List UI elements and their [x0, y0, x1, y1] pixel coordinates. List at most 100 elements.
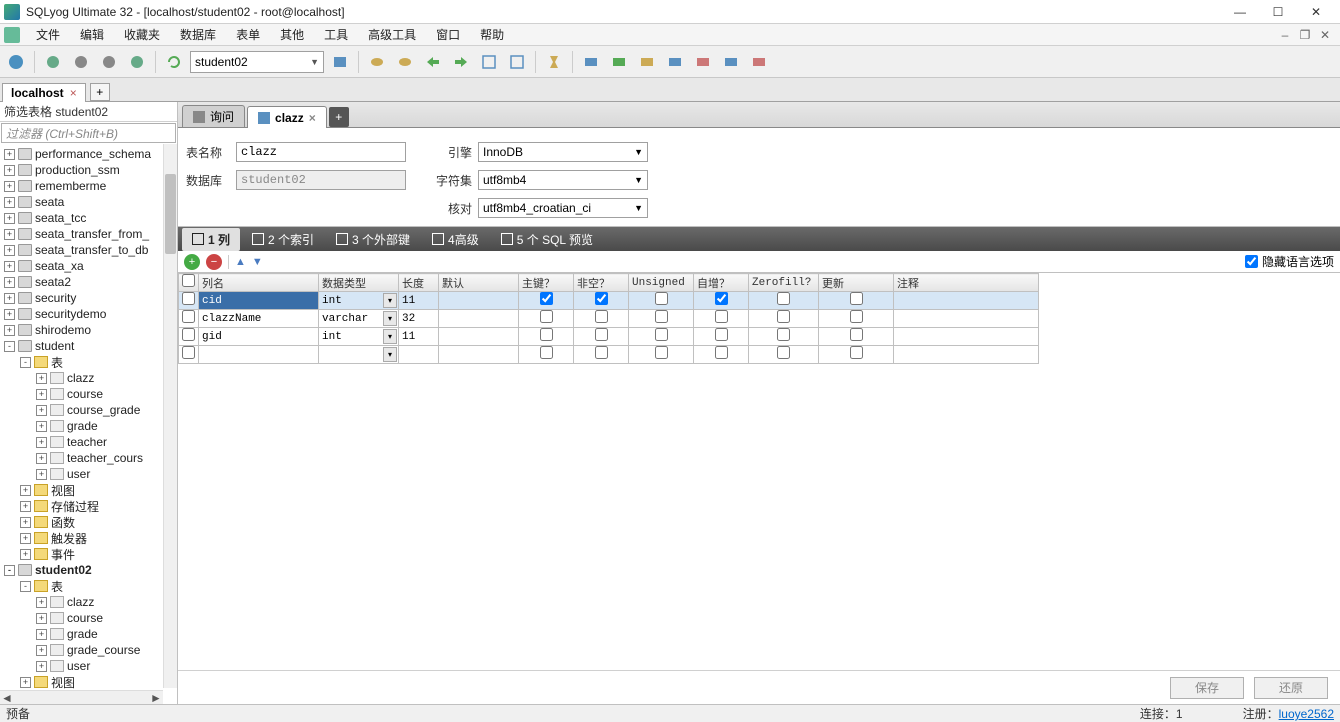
tool-icon-1[interactable] — [41, 50, 65, 74]
cell-name[interactable]: cid — [199, 292, 319, 310]
columns-grid[interactable]: 列名数据类型长度默认主键？非空？Unsigned自增？Zerofill?更新注释… — [178, 273, 1340, 364]
add-tab-button[interactable]: + — [329, 107, 349, 127]
tool-icon-9[interactable] — [449, 50, 473, 74]
cell-ai-checkbox[interactable] — [715, 346, 728, 359]
tool-icon-18[interactable] — [719, 50, 743, 74]
subtab[interactable]: 1 列 — [182, 228, 240, 251]
tree-node[interactable]: +函数 — [0, 514, 177, 530]
cell-us-checkbox[interactable] — [655, 346, 668, 359]
tree-node[interactable]: +seata_tcc — [0, 210, 177, 226]
tree-hscrollbar[interactable]: ◄ ► — [0, 690, 163, 704]
tool-icon-8[interactable] — [421, 50, 445, 74]
tree-node[interactable]: -表 — [0, 578, 177, 594]
column-header[interactable]: 数据类型 — [319, 274, 399, 292]
cell-ai-checkbox[interactable] — [715, 310, 728, 323]
scroll-left-icon[interactable]: ◄ — [0, 691, 14, 705]
expand-icon[interactable]: + — [36, 661, 47, 672]
column-header[interactable]: 默认 — [439, 274, 519, 292]
expand-icon[interactable]: + — [36, 373, 47, 384]
cell-zf-checkbox[interactable] — [777, 310, 790, 323]
expand-icon[interactable]: + — [36, 405, 47, 416]
column-header[interactable]: 长度 — [399, 274, 439, 292]
move-down-icon[interactable]: ▼ — [252, 256, 263, 268]
expand-icon[interactable]: + — [20, 501, 31, 512]
menu-item[interactable]: 窗口 — [426, 26, 470, 43]
tree-node[interactable]: +grade — [0, 626, 177, 642]
cell-nn-checkbox[interactable] — [595, 346, 608, 359]
row-checkbox[interactable] — [182, 310, 195, 323]
cell-name[interactable]: clazzName — [199, 310, 319, 328]
menu-item[interactable]: 工具 — [314, 26, 358, 43]
cell-length[interactable]: 11 — [399, 328, 439, 346]
save-button[interactable]: 保存 — [1170, 677, 1244, 699]
expand-icon[interactable]: + — [4, 165, 15, 176]
cell-up-checkbox[interactable] — [850, 292, 863, 305]
scroll-right-icon[interactable]: ► — [149, 691, 163, 705]
cell-datatype[interactable]: ▾ — [319, 346, 399, 364]
cell-ai-checkbox[interactable] — [715, 292, 728, 305]
cell-ai-checkbox[interactable] — [715, 328, 728, 341]
menu-item[interactable]: 编辑 — [70, 26, 114, 43]
editor-tab[interactable]: clazz× — [247, 106, 327, 128]
cell-default[interactable] — [439, 292, 519, 310]
expand-icon[interactable]: + — [36, 629, 47, 640]
engine-select[interactable]: InnoDB▼ — [478, 142, 648, 162]
menu-item[interactable]: 帮助 — [470, 26, 514, 43]
table-row[interactable]: ▾ — [179, 346, 1039, 364]
dropdown-icon[interactable]: ▾ — [383, 293, 397, 308]
expand-icon[interactable]: + — [36, 421, 47, 432]
cell-datatype[interactable]: int▾ — [319, 292, 399, 310]
column-header[interactable]: Zerofill? — [749, 274, 819, 292]
dropdown-icon[interactable]: ▾ — [383, 311, 397, 326]
expand-icon[interactable]: + — [4, 149, 15, 160]
cell-zf-checkbox[interactable] — [777, 346, 790, 359]
dropdown-icon[interactable]: ▾ — [383, 347, 397, 362]
tree-node[interactable]: +clazz — [0, 370, 177, 386]
subtab[interactable]: 2 个索引 — [242, 228, 324, 251]
tool-icon-11[interactable] — [505, 50, 529, 74]
tree-vscrollbar[interactable] — [163, 144, 177, 688]
tree-node[interactable]: +clazz — [0, 594, 177, 610]
row-checkbox[interactable] — [182, 292, 195, 305]
expand-icon[interactable]: + — [36, 389, 47, 400]
cell-pk-checkbox[interactable] — [540, 292, 553, 305]
menu-item[interactable]: 数据库 — [170, 26, 226, 43]
tree-node[interactable]: -表 — [0, 354, 177, 370]
row-checkbox[interactable] — [182, 328, 195, 341]
tree-node[interactable]: +seata2 — [0, 274, 177, 290]
menu-item[interactable]: 文件 — [26, 26, 70, 43]
column-header[interactable]: Unsigned — [629, 274, 694, 292]
tool-icon-10[interactable] — [477, 50, 501, 74]
row-checkbox[interactable] — [182, 346, 195, 359]
tool-icon-6[interactable] — [365, 50, 389, 74]
expand-icon[interactable]: + — [4, 245, 15, 256]
hide-lang-checkbox[interactable] — [1245, 255, 1258, 268]
expand-icon[interactable]: + — [4, 277, 15, 288]
header-checkbox[interactable] — [182, 274, 195, 287]
cell-nn-checkbox[interactable] — [595, 292, 608, 305]
cell-up-checkbox[interactable] — [850, 310, 863, 323]
expand-icon[interactable]: + — [4, 229, 15, 240]
menu-item[interactable]: 表单 — [226, 26, 270, 43]
connection-tab[interactable]: localhost × — [2, 83, 86, 102]
expand-icon[interactable]: + — [36, 597, 47, 608]
cell-datatype[interactable]: varchar▾ — [319, 310, 399, 328]
tree-node[interactable]: +grade — [0, 418, 177, 434]
table-row[interactable]: gidint▾11 — [179, 328, 1039, 346]
tree-node[interactable]: +rememberme — [0, 178, 177, 194]
cell-pk-checkbox[interactable] — [540, 328, 553, 341]
tree-node[interactable]: +seata_xa — [0, 258, 177, 274]
menu-item[interactable]: 高级工具 — [358, 26, 426, 43]
tree-node[interactable]: +security — [0, 290, 177, 306]
tool-icon-17[interactable] — [691, 50, 715, 74]
collation-select[interactable]: utf8mb4_croatian_ci▼ — [478, 198, 648, 218]
cell-length[interactable]: 11 — [399, 292, 439, 310]
collapse-icon[interactable]: - — [4, 565, 15, 576]
maximize-button[interactable]: ☐ — [1266, 4, 1290, 20]
cell-up-checkbox[interactable] — [850, 328, 863, 341]
tree-node[interactable]: +course — [0, 610, 177, 626]
tool-icon-12[interactable] — [542, 50, 566, 74]
column-header[interactable]: 自增？ — [694, 274, 749, 292]
collapse-icon[interactable]: - — [20, 357, 31, 368]
tree-node[interactable]: +视图 — [0, 674, 177, 690]
